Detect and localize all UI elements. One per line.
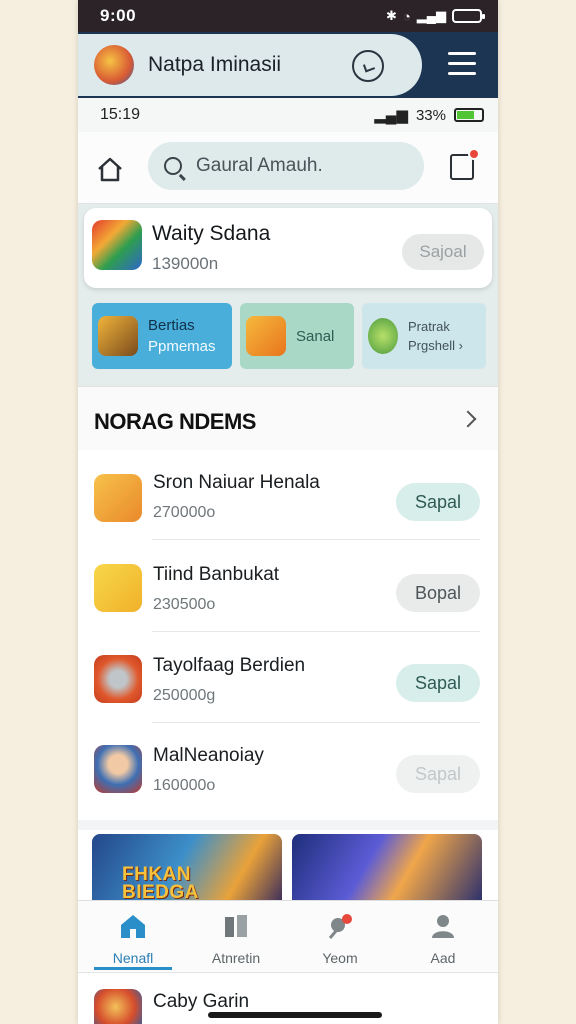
app-size: 230500o <box>153 596 216 613</box>
app-name: Tayolfaag Berdien <box>153 655 306 676</box>
battery-icon <box>452 9 485 23</box>
app-icon <box>94 564 142 612</box>
featured-app-card[interactable]: Waity Sdana 139000n Sajoal <box>84 208 492 288</box>
app-name: Tiind Banbukat <box>153 564 280 585</box>
app-icon <box>94 655 142 703</box>
bluetooth-icon: ✱ <box>386 8 397 23</box>
phone-screen: 9:00 ✱ ◔ ▂▄▆ Natpa Iminasii 15:19 ▂▄▆ 33… <box>78 0 498 1024</box>
app-size: 160000o <box>153 777 216 794</box>
category-label-line1: Bertias <box>148 317 195 334</box>
section-title: NORAG NDEMS <box>94 409 256 434</box>
app-header-pill: Natpa Iminasii <box>78 34 422 96</box>
list-item[interactable]: MalNeanoiay 160000o Sapal <box>78 723 498 813</box>
featured-install-button[interactable]: Sajoal <box>402 234 484 270</box>
category-tile-1[interactable]: Bertias Ppmemas <box>92 303 232 369</box>
banner-title: FHKAN BIEDGA <box>122 864 199 903</box>
category-icon <box>98 316 138 356</box>
nav-label: Atnretin <box>211 950 261 966</box>
category-tile-2[interactable]: Sanal <box>240 303 354 369</box>
category-label-line1: Pratrak <box>408 319 450 334</box>
notification-badge <box>468 148 480 160</box>
app-size: 250000g <box>153 687 216 704</box>
app-icon <box>94 745 142 793</box>
app-icon <box>94 989 142 1024</box>
signal-icon: ▂▄▆ <box>416 8 446 23</box>
home-icon[interactable] <box>96 156 124 182</box>
category-tile-3[interactable]: Pratrak Prgshell › <box>362 303 486 369</box>
home-icon <box>121 915 145 938</box>
inner-status-icons: ▂▄▆ 33% <box>374 106 484 124</box>
signal-icon: ▂▄▆ <box>374 107 408 124</box>
battery-percent: 33% <box>415 106 446 124</box>
person-icon <box>432 915 454 938</box>
promo-banner-1[interactable]: FHKAN BIEDGA <box>92 834 282 904</box>
category-icon <box>246 316 286 356</box>
search-row <box>78 132 498 204</box>
install-button[interactable]: Sapal <box>396 664 480 702</box>
featured-area: Waity Sdana 139000n Sajoal Bertias Ppmem… <box>78 204 498 386</box>
list-item[interactable]: Tiind Banbukat 230500o Bopal <box>78 542 498 632</box>
install-button[interactable]: Bopal <box>396 574 480 612</box>
promo-banners: FHKAN BIEDGA <box>78 830 498 904</box>
nav-tab-3[interactable]: Yeom <box>290 901 390 973</box>
app-name: MalNeanoiay <box>153 745 264 766</box>
category-icon <box>368 318 398 354</box>
category-label-line2: Prgshell <box>408 338 455 353</box>
search-bar[interactable] <box>148 142 424 190</box>
featured-app-icon <box>92 220 142 270</box>
apps-icon <box>225 915 247 937</box>
divider <box>152 631 480 632</box>
promo-banner-2[interactable] <box>292 834 482 904</box>
search-icon <box>164 157 182 175</box>
chat-bubble-icon[interactable] <box>352 50 384 82</box>
featured-app-title: Waity Sdana <box>152 222 271 245</box>
app-logo[interactable] <box>94 45 134 85</box>
wifi-icon: ◔ <box>402 8 411 24</box>
active-tab-indicator <box>94 967 172 970</box>
list-item[interactable]: Sron Naiuar Henala 270000o Sapal <box>78 450 498 540</box>
list-item[interactable]: Tayolfaag Berdien 250000g Sapal <box>78 633 498 723</box>
section-header[interactable]: NORAG NDEMS <box>78 386 498 450</box>
nav-label: Aad <box>430 950 456 966</box>
profile-badge-icon <box>328 914 352 939</box>
status-icons: ✱ ◔ ▂▄▆ <box>386 8 485 24</box>
bottom-nav: Nenafl Atnretin Yeom Aad <box>78 900 498 972</box>
install-button[interactable]: Sapal <box>396 755 480 793</box>
app-header: Natpa Iminasii <box>78 32 498 98</box>
nav-label: Yeom <box>322 950 358 966</box>
divider <box>152 539 480 540</box>
inner-status-time: 15:19 <box>100 106 141 123</box>
nav-label: Nenafl <box>112 950 154 966</box>
category-label-line2: Ppmemas <box>148 338 216 355</box>
home-indicator[interactable] <box>208 1012 382 1018</box>
app-title: Natpa Iminasii <box>148 53 282 76</box>
app-name: Caby Garin <box>153 991 250 1012</box>
search-input[interactable] <box>196 155 396 177</box>
notification-icon[interactable] <box>450 148 480 180</box>
app-name: Sron Naiuar Henala <box>153 472 320 493</box>
status-bar: 9:00 ✱ ◔ ▂▄▆ <box>78 0 498 32</box>
nav-tab-4[interactable]: Aad <box>393 901 493 973</box>
featured-app-subtitle: 139000n <box>152 254 219 273</box>
category-label-line1: Sanal <box>296 327 335 345</box>
app-list: Sron Naiuar Henala 270000o Sapal Tiind B… <box>78 450 498 820</box>
nav-tab-2[interactable]: Atnretin <box>186 901 286 973</box>
install-button[interactable]: Sapal <box>396 483 480 521</box>
chevron-right-icon[interactable] <box>459 410 477 428</box>
hamburger-menu-icon[interactable] <box>448 52 476 76</box>
battery-icon <box>454 108 484 122</box>
status-time: 9:00 <box>100 6 137 25</box>
app-size: 270000o <box>153 504 216 521</box>
inner-status-bar: 15:19 ▂▄▆ 33% <box>78 98 498 132</box>
app-icon <box>94 474 142 522</box>
nav-tab-home[interactable]: Nenafl <box>83 901 183 973</box>
chevron-right-icon: › <box>458 338 463 353</box>
